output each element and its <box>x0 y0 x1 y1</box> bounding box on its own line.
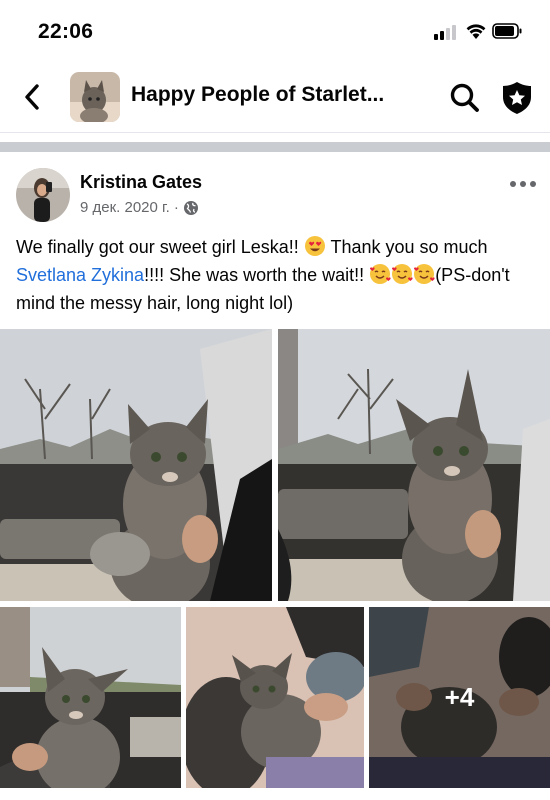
post-text-part: !!!! She was worth the wait!! <box>144 265 370 285</box>
post-text: We finally got our sweet girl Leska!! Th… <box>16 233 536 317</box>
battery-icon <box>492 23 522 39</box>
more-photos-overlay[interactable]: +4 <box>369 607 550 788</box>
wifi-icon <box>466 24 486 39</box>
post-date[interactable]: 9 дек. 2020 г. <box>80 199 170 216</box>
post-meta: 9 дек. 2020 г. · <box>80 199 199 216</box>
post-photo-1[interactable] <box>0 329 272 601</box>
smiling-hearts-emoji <box>392 264 413 284</box>
globe-icon <box>183 200 198 215</box>
mention-link[interactable]: Svetlana Zykina <box>16 265 144 285</box>
shield-star-icon <box>503 82 531 114</box>
more-icon <box>510 181 516 187</box>
cellular-signal-icon <box>434 24 460 40</box>
group-header: Happy People of Starlet... <box>0 62 550 132</box>
author-name[interactable]: Kristina Gates <box>80 172 202 193</box>
group-title[interactable]: Happy People of Starlet... <box>131 83 384 107</box>
section-divider <box>0 142 550 152</box>
post-photo-2[interactable] <box>278 329 550 601</box>
smiling-hearts-emoji <box>370 264 391 284</box>
meta-separator: · <box>173 199 179 216</box>
more-options-button[interactable] <box>510 176 538 192</box>
back-icon <box>25 84 39 110</box>
search-button[interactable] <box>449 82 481 114</box>
smiling-hearts-emoji <box>414 264 435 284</box>
post-photo-4[interactable] <box>186 607 364 788</box>
post-text-part: We finally got our sweet girl Leska!! <box>16 237 304 257</box>
group-avatar[interactable] <box>70 72 120 122</box>
status-bar: 22:06 <box>0 0 550 62</box>
back-button[interactable] <box>18 82 46 112</box>
author-avatar[interactable] <box>16 168 70 222</box>
search-icon <box>450 83 479 112</box>
post-text-part: Thank you so much <box>325 237 488 257</box>
post-photo-5[interactable]: +4 <box>369 607 550 788</box>
admin-tools-button[interactable] <box>500 80 534 116</box>
post-photo-3[interactable] <box>0 607 181 788</box>
heart-eyes-emoji <box>304 236 325 256</box>
status-time: 22:06 <box>38 20 94 43</box>
header-divider <box>0 132 550 133</box>
